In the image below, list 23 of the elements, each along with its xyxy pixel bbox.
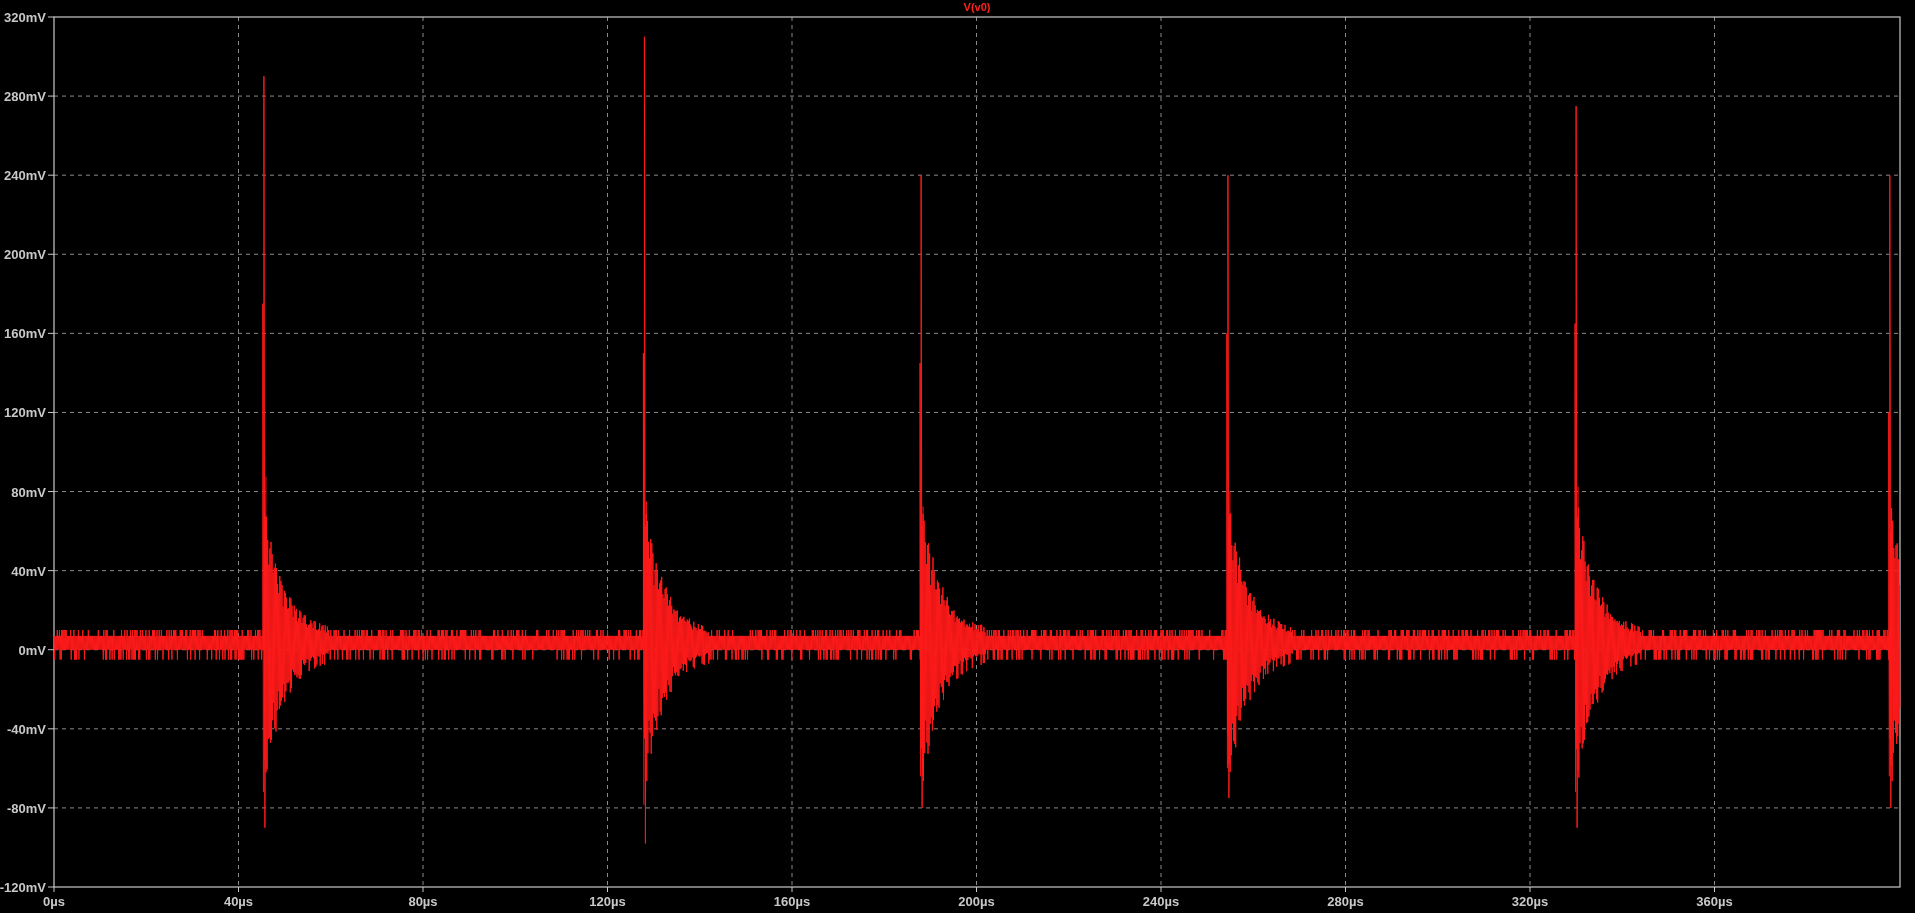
- x-axis-label: 320µs: [1511, 894, 1549, 909]
- y-axis-label: 280mV: [4, 89, 46, 105]
- x-axis-label: 360µs: [1696, 894, 1733, 909]
- y-axis-label: 80mV: [11, 484, 46, 500]
- y-axis-label: 200mV: [4, 247, 46, 263]
- x-axis-label: 40µs: [223, 894, 254, 909]
- y-axis-label: 160mV: [4, 326, 46, 342]
- y-axis-label: 240mV: [4, 168, 46, 184]
- x-axis-label: 80µs: [408, 894, 438, 909]
- y-axis-label: 0mV: [18, 642, 46, 658]
- x-axis-label: 0µs: [43, 894, 65, 909]
- y-axis-label: -80mV: [6, 800, 46, 816]
- y-axis-label: -40mV: [6, 721, 46, 737]
- x-axis-label: 240µs: [1142, 894, 1180, 909]
- y-axis-label: 120mV: [4, 405, 46, 421]
- x-axis-label: 200µs: [958, 894, 995, 909]
- x-axis-label: 280µs: [1327, 894, 1364, 909]
- y-axis-label: 40mV: [11, 563, 46, 579]
- y-axis-label: -120mV: [0, 880, 46, 895]
- x-axis-label: 160µs: [773, 894, 811, 909]
- trace-title[interactable]: V(v0): [963, 1, 991, 13]
- x-axis-label: 120µs: [589, 894, 626, 909]
- y-axis-label: 320mV: [4, 10, 46, 25]
